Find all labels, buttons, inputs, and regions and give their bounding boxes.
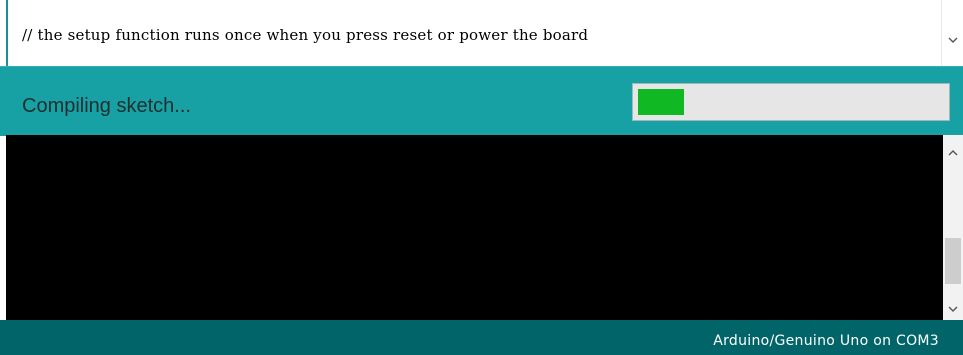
status-message: Compiling sketch...	[22, 95, 191, 117]
compile-progress-bar	[632, 83, 950, 121]
board-port-label: Arduino/Genuino Uno on COM3	[713, 333, 939, 349]
code-editor[interactable]: // the setup function runs once when you…	[0, 0, 963, 66]
status-bar: Compiling sketch...	[0, 66, 963, 136]
scroll-thumb[interactable]	[945, 238, 961, 284]
chevron-up-icon[interactable]	[948, 143, 958, 156]
editor-border	[6, 0, 8, 66]
chevron-down-icon[interactable]	[948, 299, 958, 312]
console-output[interactable]	[6, 135, 943, 320]
chevron-down-icon[interactable]	[948, 30, 958, 43]
editor-scrollbar[interactable]	[941, 0, 963, 66]
console-scrollbar[interactable]	[943, 135, 963, 320]
arduino-ide-window: // the setup function runs once when you…	[0, 0, 963, 355]
footer-bar: Arduino/Genuino Uno on COM3	[0, 320, 963, 355]
progress-fill	[638, 89, 684, 115]
code-comment-line[interactable]: // the setup function runs once when you…	[22, 26, 588, 44]
